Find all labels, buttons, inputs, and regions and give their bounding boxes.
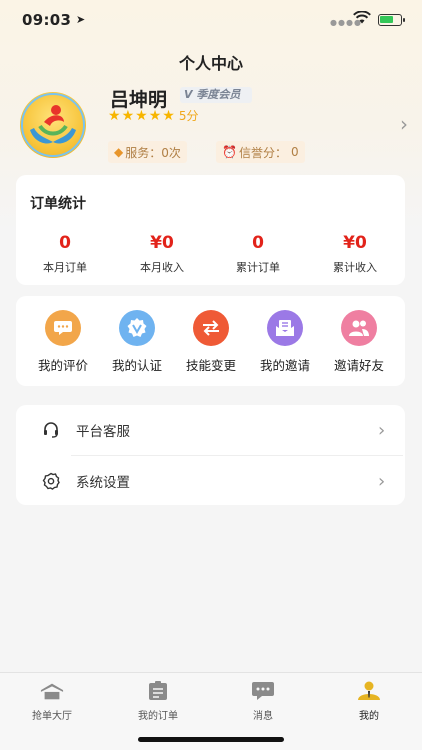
status-bar: 09:03 ➤ ●●●● — [0, 0, 422, 40]
star-icon: ★ — [121, 107, 135, 124]
stat-value: 0 — [252, 233, 264, 253]
chevron-right-icon: › — [378, 470, 386, 492]
menu-label: 技能变更 — [185, 358, 236, 373]
clipboard-icon — [146, 681, 170, 701]
stat-total-income[interactable]: ¥0 累计收入 — [310, 233, 400, 275]
stat-value: ¥0 — [343, 233, 367, 253]
profile-icon — [357, 681, 381, 701]
tab-label: 我的 — [359, 711, 379, 722]
tab-my-orders[interactable]: 我的订单 — [118, 681, 198, 722]
menu-my-verification[interactable]: 我的认证 — [102, 310, 172, 374]
page-title: 个人中心 — [178, 54, 243, 73]
headset-icon — [44, 422, 58, 438]
status-time: 09:03 — [22, 11, 72, 29]
row-customer-service[interactable]: 平台客服 › — [16, 405, 405, 455]
service-label: 服务： — [125, 145, 162, 160]
tab-label: 消息 — [253, 711, 273, 722]
stat-label: 累计收入 — [333, 261, 377, 274]
wifi-icon — [353, 11, 371, 24]
stat-label: 累计订单 — [236, 261, 280, 274]
stat-value: ¥0 — [150, 233, 174, 253]
comment-icon — [45, 310, 81, 346]
row-label: 平台客服 — [76, 424, 130, 440]
tab-messages[interactable]: 消息 — [223, 681, 303, 722]
gear-icon — [42, 472, 60, 490]
service-count-tag: ◆ 服务： 0次 — [108, 141, 187, 163]
menu-label: 邀请好友 — [333, 358, 384, 373]
credit-score-tag: ⏰ 信誉分： 0 — [216, 141, 305, 163]
hall-icon — [40, 681, 64, 701]
order-stats-title: 订单统计 — [30, 196, 86, 212]
stat-total-orders[interactable]: 0 累计订单 — [213, 233, 303, 275]
chevron-right-icon: › — [378, 419, 386, 441]
menu-my-invitations[interactable]: 我的邀请 — [250, 310, 320, 374]
diamond-icon: ◆ — [114, 145, 124, 159]
menu-invite-friends[interactable]: 邀请好友 — [324, 310, 394, 374]
tab-me[interactable]: 我的 — [329, 681, 409, 722]
service-value: 0次 — [161, 145, 181, 160]
logo-icon — [21, 93, 85, 157]
menu-skill-change[interactable]: 技能变更 — [176, 310, 246, 374]
star-icon: ★ — [108, 107, 121, 124]
stat-label: 本月收入 — [140, 261, 184, 274]
location-arrow-icon: ➤ — [76, 13, 86, 26]
stat-month-income[interactable]: ¥0 本月收入 — [117, 233, 207, 275]
home-indicator — [138, 737, 284, 742]
profile-chevron-icon[interactable]: › — [400, 112, 408, 136]
message-icon — [251, 681, 275, 701]
star-icon: ★ — [135, 107, 148, 124]
star-icon: ★ — [162, 107, 175, 124]
menu-my-reviews[interactable]: 我的评价 — [28, 310, 98, 374]
row-system-settings[interactable]: 系统设置 › — [16, 456, 405, 506]
alarm-icon: ⏰ — [222, 145, 237, 159]
feature-menu-card: 我的评价 我的认证 技能变更 我的邀请 邀请好友 — [16, 296, 405, 386]
mail-icon — [267, 310, 303, 346]
stat-month-orders[interactable]: 0 本月订单 — [20, 233, 110, 275]
menu-label: 我的邀请 — [259, 358, 310, 373]
tab-label: 抢单大厅 — [32, 711, 72, 722]
settings-card: 平台客服 › 系统设置 › — [16, 405, 405, 505]
avatar[interactable] — [20, 92, 86, 158]
star-icon: ★ — [148, 107, 162, 124]
stat-label: 本月订单 — [43, 261, 87, 274]
swap-icon — [193, 310, 229, 346]
verify-icon — [119, 310, 155, 346]
stat-value: 0 — [59, 233, 71, 253]
tab-label: 我的订单 — [138, 711, 178, 722]
rating-score: 5分 — [178, 109, 199, 123]
battery-icon — [378, 14, 405, 26]
row-label: 系统设置 — [76, 475, 130, 491]
menu-label: 我的评价 — [37, 358, 88, 373]
friends-icon — [341, 310, 377, 346]
vip-badge: V 季度会员 — [180, 87, 252, 103]
credit-label: 信誉分： — [238, 145, 287, 160]
tab-order-hall[interactable]: 抢单大厅 — [12, 681, 92, 722]
credit-value: 0 — [290, 145, 299, 159]
menu-label: 我的认证 — [111, 358, 162, 373]
rating-stars: ★ ★ ★ ★ ★ 5分 — [108, 107, 198, 124]
order-stats-card: 订单统计 0 本月订单 ¥0 本月收入 0 累计订单 ¥0 累计收入 — [16, 175, 405, 285]
